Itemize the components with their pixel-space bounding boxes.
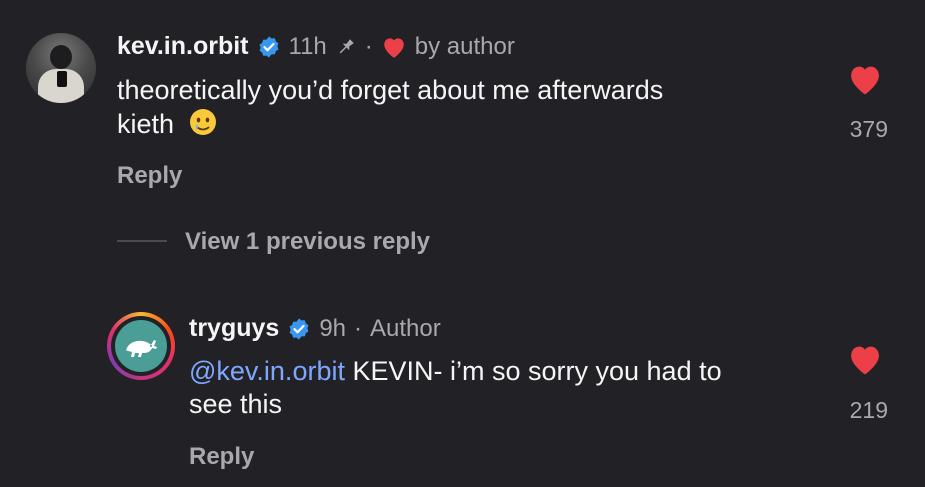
- dinosaur-logo-icon: [126, 340, 157, 357]
- comment-time: 11h: [288, 32, 327, 60]
- comment-text-line1: theoretically you’d forget about me afte…: [117, 75, 664, 105]
- meta-separator: ·: [364, 32, 373, 60]
- reply-username[interactable]: tryguys: [189, 314, 279, 343]
- reply-button[interactable]: Reply: [117, 162, 182, 190]
- comment-body: theoretically you’d forget about me afte…: [117, 74, 797, 145]
- comment-username[interactable]: kev.in.orbit: [117, 32, 249, 61]
- reply-avatar[interactable]: [107, 312, 175, 380]
- reply-button[interactable]: Reply: [189, 443, 254, 471]
- view-previous-replies-button[interactable]: View 1 previous reply: [185, 228, 430, 256]
- tear-smile-emoji-icon: [188, 107, 218, 145]
- author-heart-icon: [384, 37, 404, 58]
- thread-divider: [117, 240, 167, 242]
- comment-text-line2-wrap: kieth: [117, 107, 797, 145]
- reply-time: 9h: [319, 314, 347, 342]
- verified-badge-icon: [259, 36, 278, 57]
- like-heart-icon[interactable]: [846, 342, 884, 376]
- reply-header: tryguys 9h · Author: [189, 314, 441, 343]
- like-count: 379: [849, 116, 888, 142]
- reply-text-line1: KEVIN- i’m so sorry you had to: [344, 356, 722, 386]
- like-heart-icon[interactable]: [846, 62, 884, 96]
- comment-text-line2: kieth: [117, 109, 175, 140]
- reply-body: @kev.in.orbit KEVIN- i’m so sorry you ha…: [189, 355, 829, 421]
- reply-text-line1-wrap: @kev.in.orbit KEVIN- i’m so sorry you ha…: [189, 355, 829, 388]
- verified-badge-icon: [289, 318, 309, 339]
- pin-icon: [339, 38, 354, 53]
- meta-separator: ·: [354, 314, 363, 342]
- mention-link[interactable]: @kev.in.orbit: [189, 356, 345, 386]
- commenter-avatar[interactable]: [26, 33, 96, 103]
- comment-header: kev.in.orbit 11h · by author: [117, 32, 515, 61]
- liked-by-author-label: by author: [414, 32, 515, 60]
- like-count: 219: [849, 397, 888, 423]
- reply-text-line2: see this: [189, 389, 283, 419]
- author-label: Author: [370, 314, 441, 342]
